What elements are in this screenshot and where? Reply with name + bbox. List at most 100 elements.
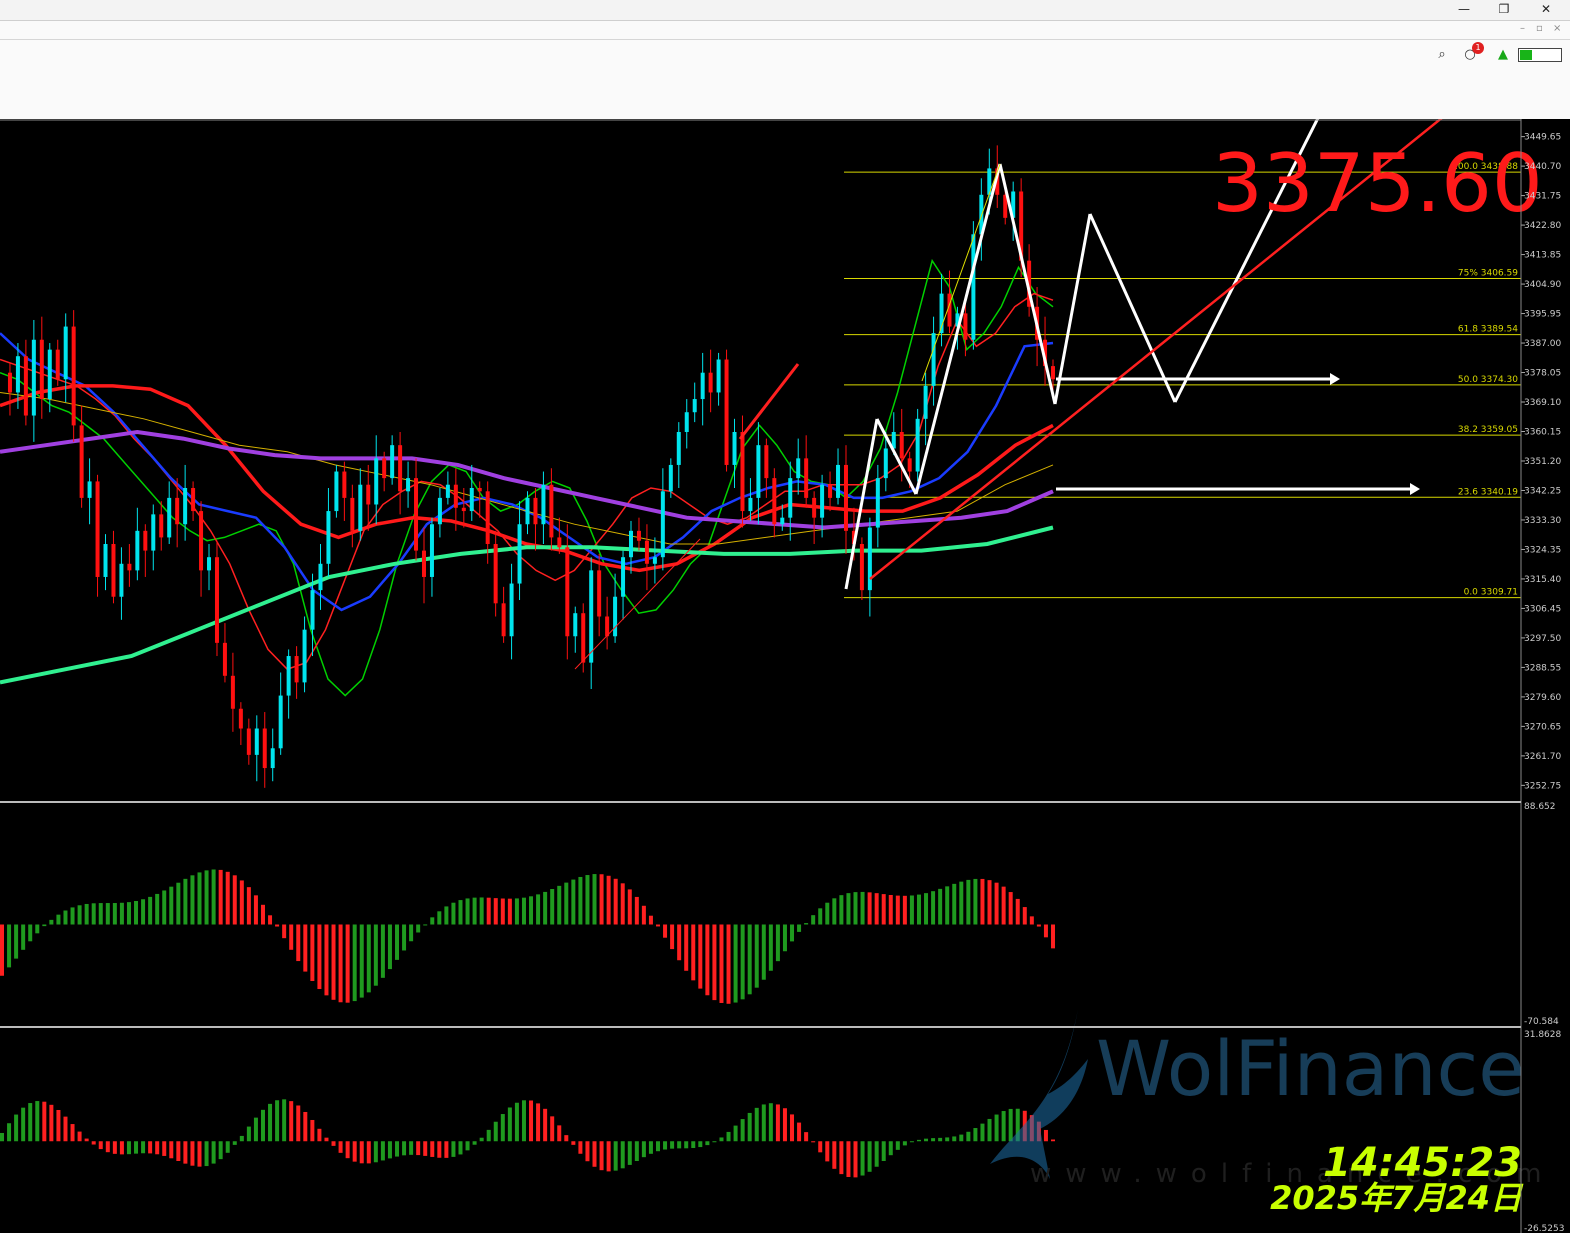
osc2-top-label: 31.8628: [1524, 1030, 1561, 1040]
candle-body: [55, 349, 60, 380]
candle-body: [883, 448, 888, 479]
battery-fill: [1520, 50, 1532, 60]
candle-body: [859, 544, 864, 591]
moving-average-line: [0, 525, 1054, 685]
fib-level-label: 23.6 3340.19: [1458, 487, 1518, 497]
oscillator-2-bar: [705, 1141, 710, 1146]
price-axis-label: 3288.55: [1524, 663, 1561, 673]
oscillator-2-bar: [260, 1109, 265, 1142]
oscillator-1-bar: [232, 875, 237, 925]
candle-body: [445, 484, 450, 498]
candle-body: [63, 326, 68, 380]
chart-close-button[interactable]: ×: [1553, 23, 1561, 34]
oscillator-2-bar: [253, 1117, 258, 1142]
oscillator-1-bar: [761, 924, 766, 980]
oscillator-1-bar: [698, 924, 703, 989]
oscillator-2-bar: [825, 1141, 830, 1162]
search-icon[interactable]: ⌕: [1433, 46, 1451, 64]
candle-body: [963, 313, 968, 340]
candle-body: [652, 557, 657, 564]
oscillator-1-bar: [70, 907, 75, 925]
oscillator-2-bar: [747, 1112, 752, 1142]
candle-body: [270, 748, 275, 769]
oscillator-1-bar: [500, 898, 505, 925]
oscillator-1-bar: [585, 875, 590, 925]
fib-level-label: 75% 3406.59: [1458, 268, 1518, 278]
candle-body: [589, 570, 594, 663]
oscillator-1-bar: [980, 878, 985, 925]
chart-minimize-button[interactable]: –: [1520, 23, 1525, 34]
price-axis-label: 3270.65: [1524, 722, 1561, 732]
oscillator-1-bar: [867, 892, 872, 925]
oscillator-2-bar: [1001, 1111, 1006, 1142]
chart-restore-button[interactable]: ▫: [1536, 23, 1543, 34]
oscillator-2-bar: [56, 1109, 61, 1142]
oscillator-1-bar: [529, 896, 534, 925]
chart-canvas[interactable]: 100.0 3438.8875% 3406.5961.8 3389.5450.0…: [0, 119, 1570, 1233]
oscillator-1-bar: [641, 905, 646, 925]
fib-anchor-line: [921, 163, 1001, 382]
oscillator-2-bar: [14, 1114, 19, 1142]
candle-body: [636, 530, 641, 541]
oscillator-1-bar: [126, 902, 131, 925]
oscillator-2-bar: [931, 1138, 936, 1142]
candle-body: [366, 484, 371, 505]
oscillator-2-bar: [966, 1131, 971, 1142]
red-trendline: [574, 538, 701, 670]
candle-body: [517, 524, 522, 584]
oscillator-pane-2: [0, 1099, 1055, 1178]
oscillator-2-bar: [712, 1141, 717, 1143]
candle-body: [501, 603, 506, 637]
minimize-button[interactable]: —: [1444, 0, 1484, 20]
oscillator-2-bar: [77, 1131, 82, 1142]
candle-body: [183, 488, 188, 525]
toolbar-divider: [0, 39, 1570, 40]
oscillator-2-bar: [275, 1100, 280, 1142]
close-button[interactable]: ✕: [1526, 0, 1566, 20]
candle-body: [374, 458, 379, 505]
price-axis: 3449.65 3440.70 3431.75 3422.80 3413.85 3404.…: [1521, 133, 1561, 791]
candle-body: [700, 372, 705, 400]
oscillator-1-bar: [839, 895, 844, 925]
oscillator-2-bar: [352, 1141, 357, 1162]
oscillator-1-bar: [402, 924, 407, 951]
arrow-head: [1410, 483, 1420, 495]
oscillator-1-bar: [112, 903, 117, 925]
candle-body: [15, 356, 20, 393]
oscillator-1-bar: [747, 924, 752, 995]
oscillator-1-bar: [881, 894, 886, 925]
oscillator-2-bar: [790, 1114, 795, 1142]
oscillator-2-bar: [282, 1099, 287, 1142]
oscillator-2-bar: [952, 1136, 957, 1142]
candle-body: [143, 530, 148, 551]
oscillator-2-bar: [860, 1141, 865, 1176]
oscillator-2-bar: [959, 1134, 964, 1142]
oscillator-2-bar: [754, 1107, 759, 1142]
candle-body: [278, 695, 283, 749]
oscillator-1-bar: [162, 890, 167, 925]
oscillator-2-bar: [691, 1141, 696, 1149]
oscillator-2-bar: [733, 1125, 738, 1142]
price-annotation: 3375.60: [1212, 137, 1543, 230]
oscillator-2-bar: [599, 1141, 604, 1171]
candle-body: [262, 728, 267, 769]
candle-body: [676, 431, 681, 465]
signal-icon[interactable]: ▲: [1494, 46, 1512, 64]
oscillator-1-bar: [218, 869, 223, 925]
oscillator-1-bar: [782, 924, 787, 952]
oscillator-1-bar: [282, 924, 287, 939]
wolf-logo-icon: [990, 1009, 1088, 1179]
oscillator-2-bar: [331, 1141, 336, 1146]
restore-button[interactable]: ❐: [1484, 0, 1524, 20]
price-axis-label: 3333.30: [1524, 516, 1561, 526]
oscillator-2-bar: [797, 1122, 802, 1142]
messages-icon[interactable]: ○ 1: [1461, 42, 1484, 64]
oscillator-1-bar: [204, 870, 209, 925]
price-axis-label: 3261.70: [1524, 752, 1561, 762]
candle-body: [541, 484, 546, 525]
candle-body: [812, 497, 817, 518]
oscillator-2-bar: [49, 1104, 54, 1142]
oscillator-2-bar: [84, 1138, 89, 1142]
candle-body: [573, 613, 578, 637]
candle-body: [549, 484, 554, 538]
